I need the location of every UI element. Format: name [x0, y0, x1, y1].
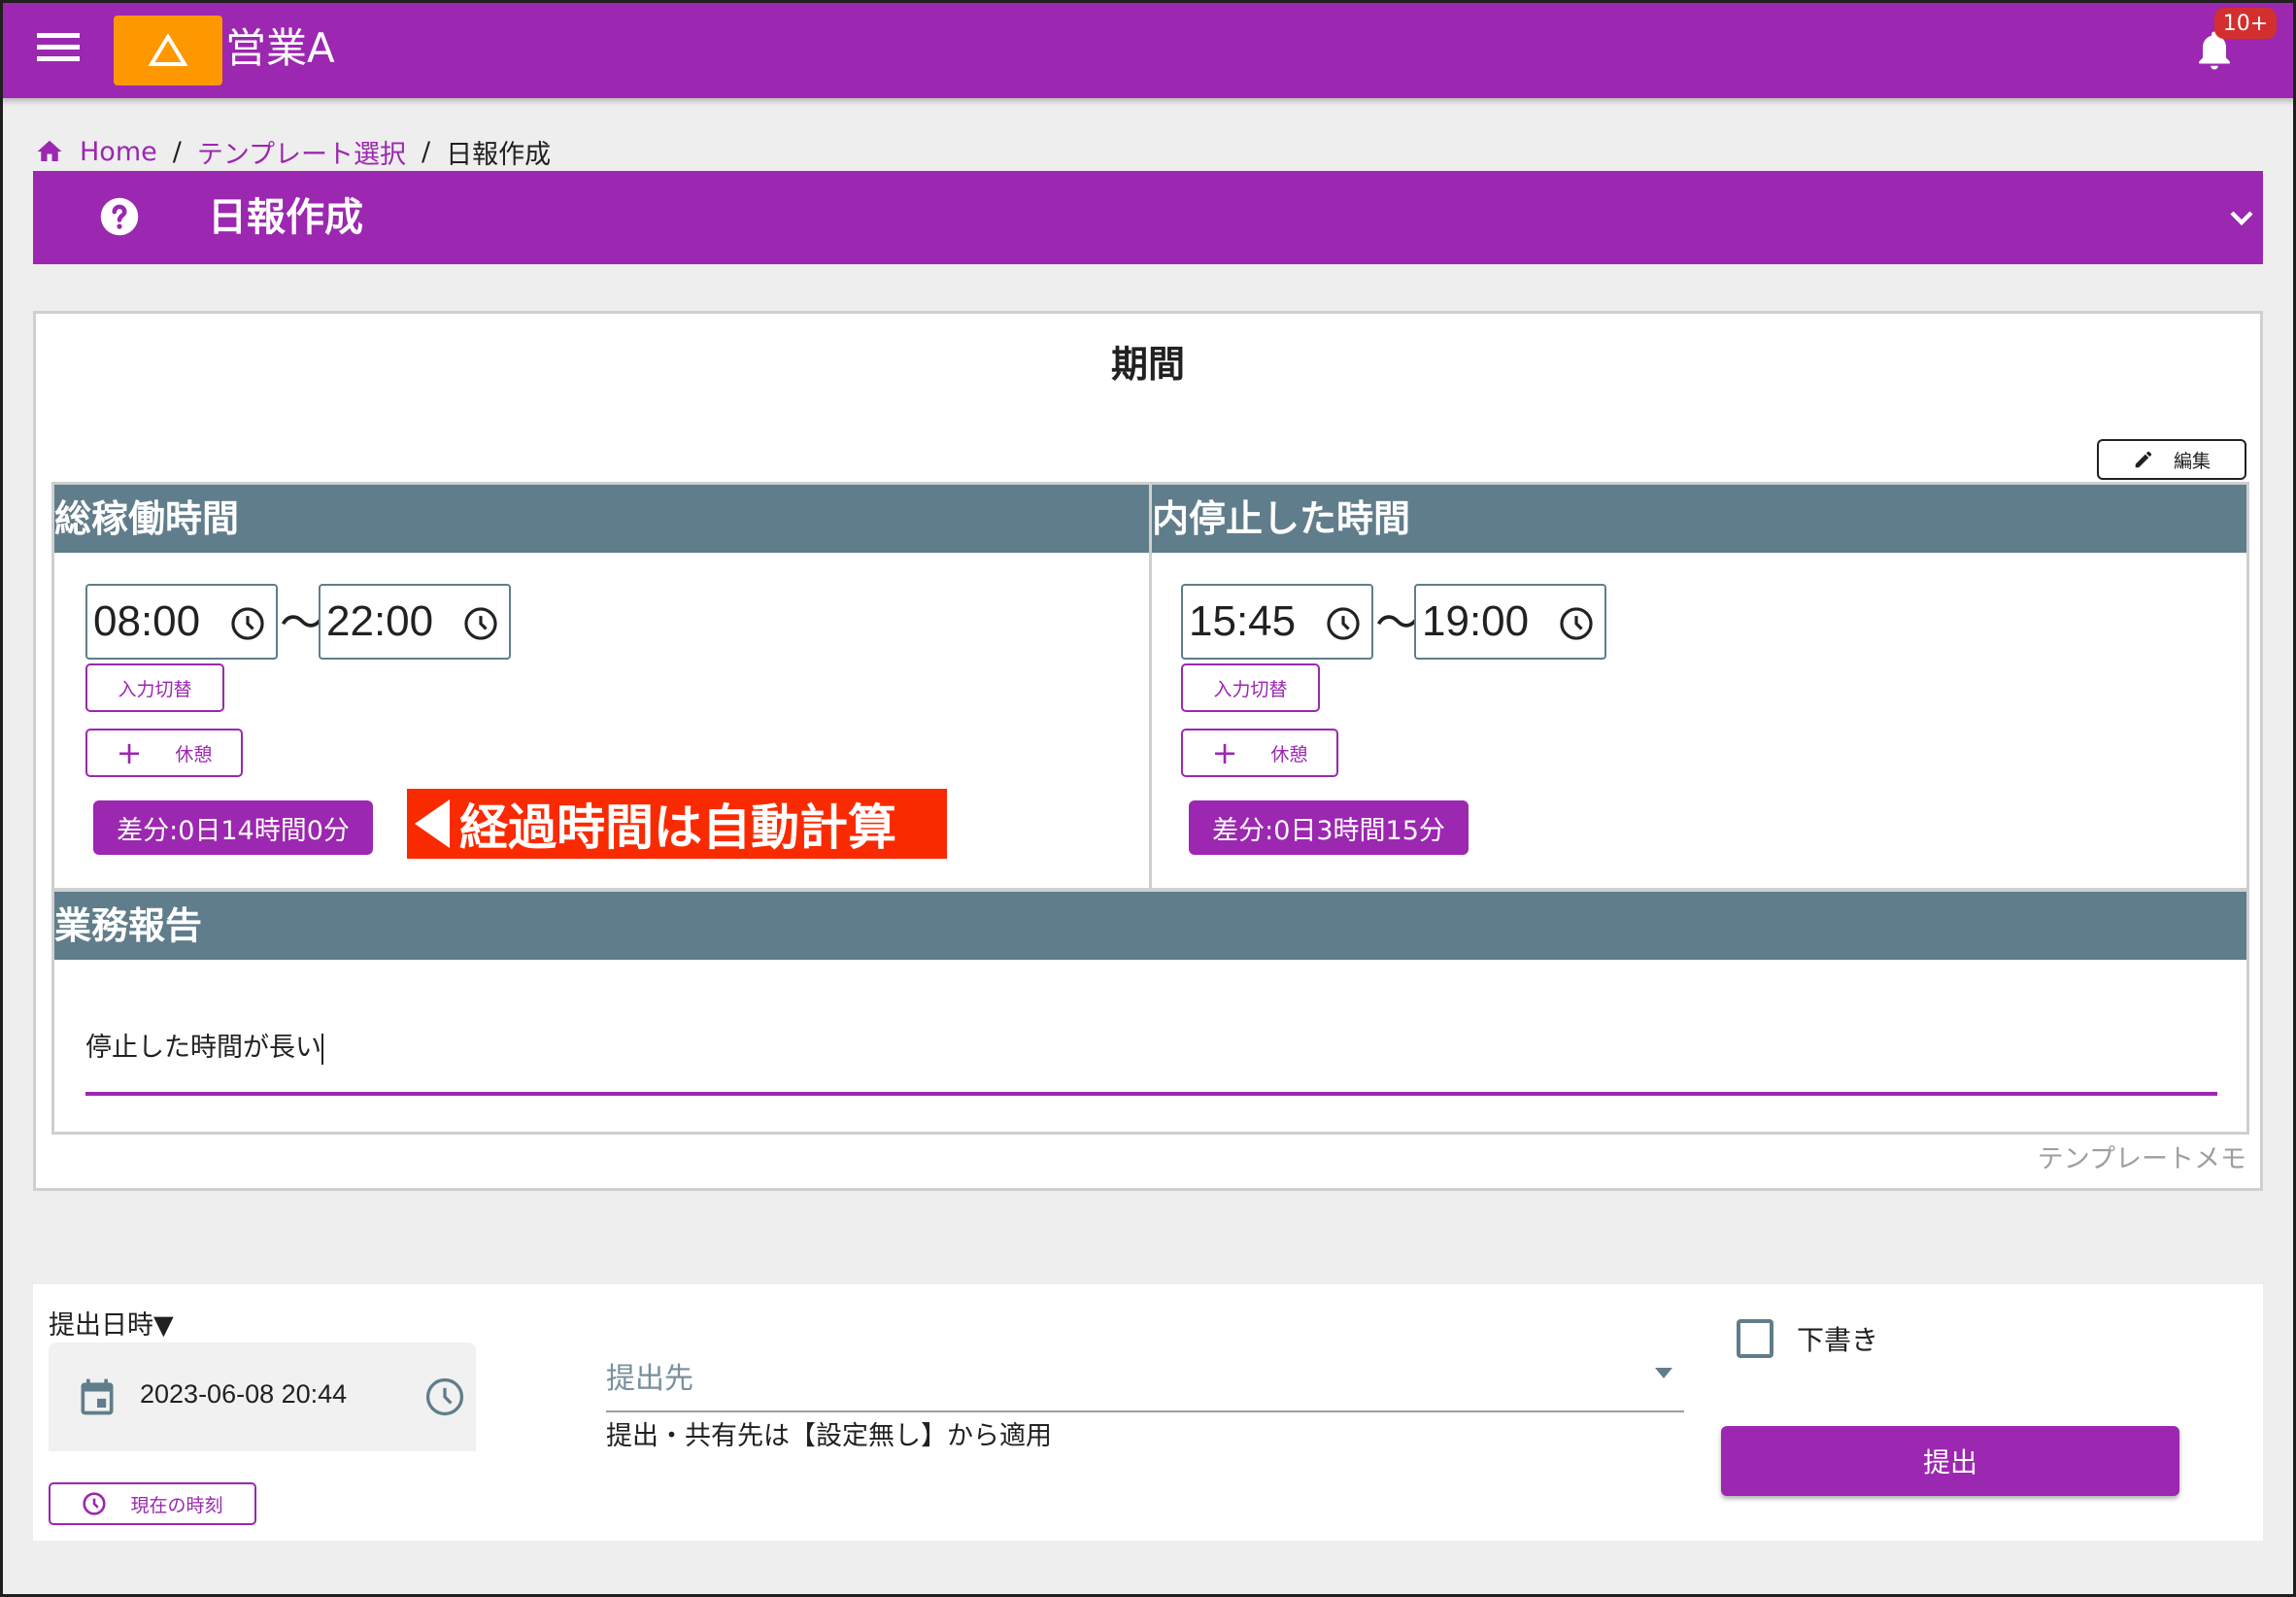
breadcrumb: Home / テンプレート選択 / 日報作成 [35, 132, 551, 171]
period-card: 期間 編集 総稼働時間 08:00 〜 22:00 入力切替 + 休憩 差分:0… [33, 311, 2263, 1191]
report-underline [85, 1092, 2217, 1096]
business-report-section: 業務報告 停止した時間が長い [51, 889, 2249, 1135]
input-switch-button[interactable]: 入力切替 [85, 663, 224, 712]
plus-icon: + [1211, 734, 1238, 771]
text-caret [321, 1033, 323, 1065]
help-icon[interactable] [99, 196, 140, 237]
section-header: 内停止した時間 [1152, 485, 2246, 553]
diff-chip: 差分:0日14時間0分 [93, 800, 373, 855]
left-triangle-icon [415, 799, 450, 848]
destination-note: 提出・共有先は【設定無し】から適用 [606, 1421, 1052, 1451]
end-time-input[interactable]: 19:00 [1414, 584, 1606, 660]
section-header: 業務報告 [54, 892, 2246, 960]
end-time-input[interactable]: 22:00 [319, 584, 511, 660]
start-time-input[interactable]: 08:00 [85, 584, 278, 660]
stopped-time-section: 内停止した時間 15:45 〜 19:00 入力切替 + 休憩 差分:0日3時間… [1149, 482, 2249, 891]
total-time-section: 総稼働時間 08:00 〜 22:00 入力切替 + 休憩 差分:0日14時間0… [51, 482, 1152, 891]
breadcrumb-separator: / [422, 136, 431, 167]
home-icon[interactable] [35, 137, 64, 166]
current-time-button[interactable]: 現在の時刻 [49, 1482, 256, 1525]
add-break-button[interactable]: + 休憩 [85, 729, 243, 777]
calendar-icon [81, 1378, 114, 1415]
submit-datetime-label[interactable]: 提出日時▼ [49, 1304, 174, 1342]
page-title: 日報作成 [208, 195, 363, 240]
card-heading: 期間 [1110, 343, 1185, 386]
triangle-icon [149, 34, 187, 66]
submit-datetime-value: 2023-06-08 20:44 [140, 1379, 348, 1409]
section-header: 総稼働時間 [54, 485, 1149, 553]
clock-icon [83, 1492, 107, 1515]
pencil-icon [2135, 451, 2152, 468]
notification-badge: 10+ [2214, 8, 2277, 39]
select-underline [606, 1410, 1684, 1412]
plus-icon: + [116, 734, 143, 771]
report-textarea[interactable]: 停止した時間が長い [85, 1026, 323, 1065]
destination-placeholder: 提出先 [606, 1362, 693, 1396]
edit-button-label: 編集 [2173, 450, 2211, 472]
clock-icon[interactable] [462, 605, 499, 642]
start-time-input[interactable]: 15:45 [1181, 584, 1373, 660]
page-title-bar: 日報作成 [33, 171, 2263, 264]
checkbox-box[interactable] [1737, 1319, 1773, 1358]
auto-calc-annotation: 経過時間は自動計算 [407, 789, 947, 859]
breadcrumb-current: 日報作成 [446, 139, 552, 170]
draft-checkbox[interactable]: 下書き [1737, 1319, 1878, 1358]
submit-button[interactable]: 提出 [1721, 1426, 2179, 1496]
destination-select[interactable]: 提出先 [606, 1304, 1684, 1412]
clock-icon[interactable] [1558, 605, 1595, 642]
add-break-button[interactable]: + 休憩 [1181, 729, 1338, 777]
submit-panel: 提出日時▼ 2023-06-08 20:44 現在の時刻 提出先 提出・共有先は… [33, 1284, 2263, 1541]
diff-chip: 差分:0日3時間15分 [1189, 800, 1469, 855]
draft-label: 下書き [1797, 1324, 1879, 1356]
template-memo-link[interactable]: テンプレートメモ [2038, 1138, 2246, 1175]
submit-datetime-field[interactable]: 2023-06-08 20:44 [49, 1342, 476, 1451]
app-title: 営業A [225, 24, 335, 72]
breadcrumb-template-select[interactable]: テンプレート選択 [197, 133, 406, 171]
app-logo[interactable] [114, 16, 222, 85]
hamburger-menu-icon[interactable] [37, 33, 80, 64]
clock-icon[interactable] [229, 605, 266, 642]
breadcrumb-home[interactable]: Home [80, 137, 157, 167]
app-bar: 営業A 10+ [0, 0, 2296, 98]
clock-icon[interactable] [423, 1376, 466, 1418]
chevron-down-icon[interactable] [2222, 198, 2261, 237]
breadcrumb-separator: / [172, 136, 182, 167]
input-switch-button[interactable]: 入力切替 [1181, 663, 1320, 712]
edit-button[interactable]: 編集 [2097, 439, 2246, 480]
clock-icon[interactable] [1325, 605, 1362, 642]
dropdown-arrow-icon [1655, 1368, 1672, 1378]
